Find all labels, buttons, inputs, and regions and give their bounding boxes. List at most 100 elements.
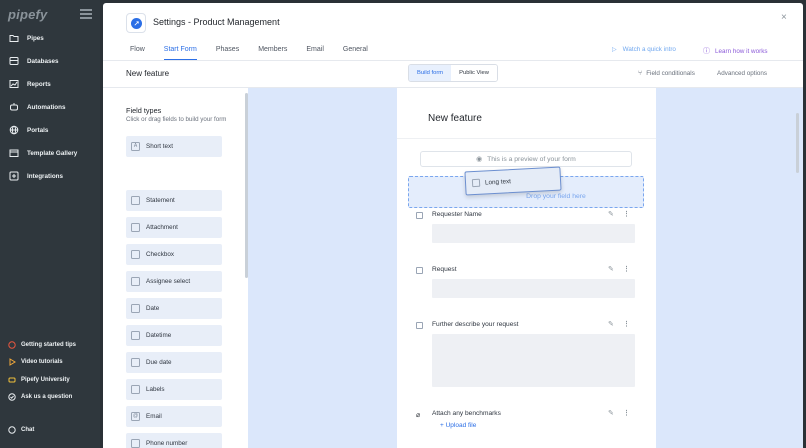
calendar-icon — [131, 304, 140, 313]
field-types-panel: Field types Click or drag fields to buil… — [103, 88, 246, 448]
pencil-icon[interactable]: ✎ — [608, 409, 614, 417]
field-type-short-text[interactable]: A Short text — [126, 136, 222, 157]
field-type-label: Checkbox — [146, 251, 175, 258]
build-form-button[interactable]: Build form — [409, 65, 452, 81]
field-type-attachment[interactable]: Attachment — [126, 217, 222, 238]
more-vertical-icon[interactable]: ⋮ — [623, 210, 630, 218]
form-divider — [397, 138, 656, 139]
help-video-tutorials[interactable]: Video tutorials — [8, 356, 63, 368]
field-type-datetime[interactable]: Datetime — [126, 325, 222, 346]
pencil-icon[interactable]: ✎ — [608, 320, 614, 328]
tab-phases[interactable]: Phases — [216, 44, 239, 60]
pipefy-logo[interactable]: pipefy — [8, 7, 47, 22]
play-icon: ▷ — [612, 47, 617, 53]
sidebar-item-automations[interactable]: Automations — [8, 100, 65, 114]
field-type-email[interactable]: @ Email — [126, 406, 222, 427]
modal-title: Settings - Product Management — [153, 17, 280, 27]
sidebar-item-databases[interactable]: Databases — [8, 54, 59, 68]
sidebar-item-pipes[interactable]: Pipes — [8, 31, 44, 45]
globe-icon — [8, 125, 19, 136]
field-type-label: Attachment — [146, 224, 178, 231]
view-toggle: Build form Public View — [408, 64, 498, 82]
field-type-label: Date — [146, 305, 160, 312]
more-vertical-icon[interactable]: ⋮ — [623, 320, 630, 328]
calendar-due-icon — [131, 358, 140, 367]
help-ask-question[interactable]: Ask us a question — [8, 391, 72, 403]
help-pipefy-university[interactable]: Pipefy University — [8, 374, 70, 386]
eye-icon: ◉ — [476, 156, 483, 163]
sidebar-item-label: Template Gallery — [27, 149, 78, 157]
plus-square-icon — [8, 171, 19, 182]
sidebar-item-portals[interactable]: Portals — [8, 123, 48, 137]
chat-icon — [8, 426, 16, 434]
database-icon — [8, 56, 19, 67]
form-canvas: New feature ◉ This is a preview of your … — [248, 88, 803, 448]
collapse-menu-icon[interactable] — [80, 9, 92, 19]
watch-intro-link[interactable]: ▷ Watch a quick intro — [612, 46, 676, 53]
canvas-scrollbar[interactable] — [796, 113, 799, 173]
sidebar-item-label: Databases — [27, 57, 59, 65]
field-type-label: Labels — [146, 386, 165, 393]
field-textarea-placeholder — [432, 334, 635, 387]
watch-intro-label: Watch a quick intro — [622, 46, 676, 53]
sidebar-item-reports[interactable]: Reports — [8, 77, 51, 91]
help-getting-started[interactable]: Getting started tips — [8, 339, 76, 351]
upload-file-link[interactable]: + Upload file — [440, 422, 476, 429]
tab-members[interactable]: Members — [258, 44, 287, 60]
field-type-label: Datetime — [146, 332, 172, 339]
field-type-date[interactable]: Date — [126, 298, 222, 319]
form-title: New feature — [428, 113, 482, 124]
graduation-icon — [8, 376, 16, 384]
paperclip-icon: ⌀ — [416, 412, 421, 419]
preview-note-label: This is a preview of your form — [487, 155, 576, 163]
field-type-statement[interactable]: Statement — [126, 190, 222, 211]
learn-how-link[interactable]: ⓘ Learn how it works — [703, 46, 768, 56]
upload-file-label: Upload file — [445, 422, 477, 429]
calendar-clock-icon — [131, 331, 140, 340]
tab-flow[interactable]: Flow — [130, 44, 145, 60]
paragraph-icon — [471, 178, 481, 188]
field-conditionals-button[interactable]: ⑂ Field conditionals — [638, 70, 695, 77]
check-circle-icon — [8, 393, 16, 401]
phone-icon — [131, 439, 140, 448]
tabs-divider — [103, 60, 803, 61]
user-icon — [131, 277, 140, 286]
sidebar-item-integrations[interactable]: Integrations — [8, 169, 63, 183]
dragging-field-card[interactable]: Long text — [464, 166, 562, 196]
chat-button[interactable]: Chat — [8, 424, 34, 436]
pencil-icon[interactable]: ✎ — [608, 265, 614, 273]
text-icon: A — [131, 142, 140, 151]
help-label: Ask us a question — [21, 394, 73, 400]
field-conditionals-label: Field conditionals — [646, 70, 695, 77]
sidebar-item-label: Pipes — [27, 34, 44, 42]
form-section-title: New feature — [126, 69, 170, 78]
field-type-assignee-select[interactable]: Assignee select — [126, 271, 222, 292]
tab-start-form[interactable]: Start Form — [163, 44, 197, 60]
more-vertical-icon[interactable]: ⋮ — [623, 265, 630, 273]
field-type-label: Due date — [146, 359, 172, 366]
paragraph-icon — [416, 322, 423, 329]
field-type-due-date[interactable]: Due date — [126, 352, 222, 373]
close-icon[interactable]: × — [781, 12, 787, 23]
field-type-labels[interactable]: Labels — [126, 379, 222, 400]
advanced-options-button[interactable]: Advanced options — [717, 70, 767, 77]
pencil-icon[interactable]: ✎ — [608, 210, 614, 218]
field-type-phone-number[interactable]: Phone number — [126, 433, 222, 448]
tab-email[interactable]: Email — [306, 44, 324, 60]
settings-tabs: Flow Start Form Phases Members Email Gen… — [130, 44, 387, 60]
learn-how-label: Learn how it works — [715, 47, 768, 55]
tab-general[interactable]: General — [343, 44, 368, 60]
sidebar-item-template-gallery[interactable]: Template Gallery — [8, 146, 77, 160]
text-icon — [416, 212, 423, 219]
field-type-label: Short text — [146, 143, 173, 150]
field-type-checkbox[interactable]: Checkbox — [126, 244, 222, 265]
help-label: Getting started tips — [21, 342, 77, 348]
app-sidebar: pipefy Pipes Databases Reports Automatio… — [0, 0, 100, 448]
field-types-subtitle: Click or drag fields to build your form — [126, 116, 227, 123]
more-vertical-icon[interactable]: ⋮ — [623, 409, 630, 417]
form-preview-card: New feature ◉ This is a preview of your … — [397, 88, 656, 448]
field-type-label: Phone number — [146, 440, 188, 447]
public-view-button[interactable]: Public View — [451, 65, 497, 81]
gallery-icon — [8, 148, 19, 159]
field-label: Further describe your request — [432, 321, 519, 328]
